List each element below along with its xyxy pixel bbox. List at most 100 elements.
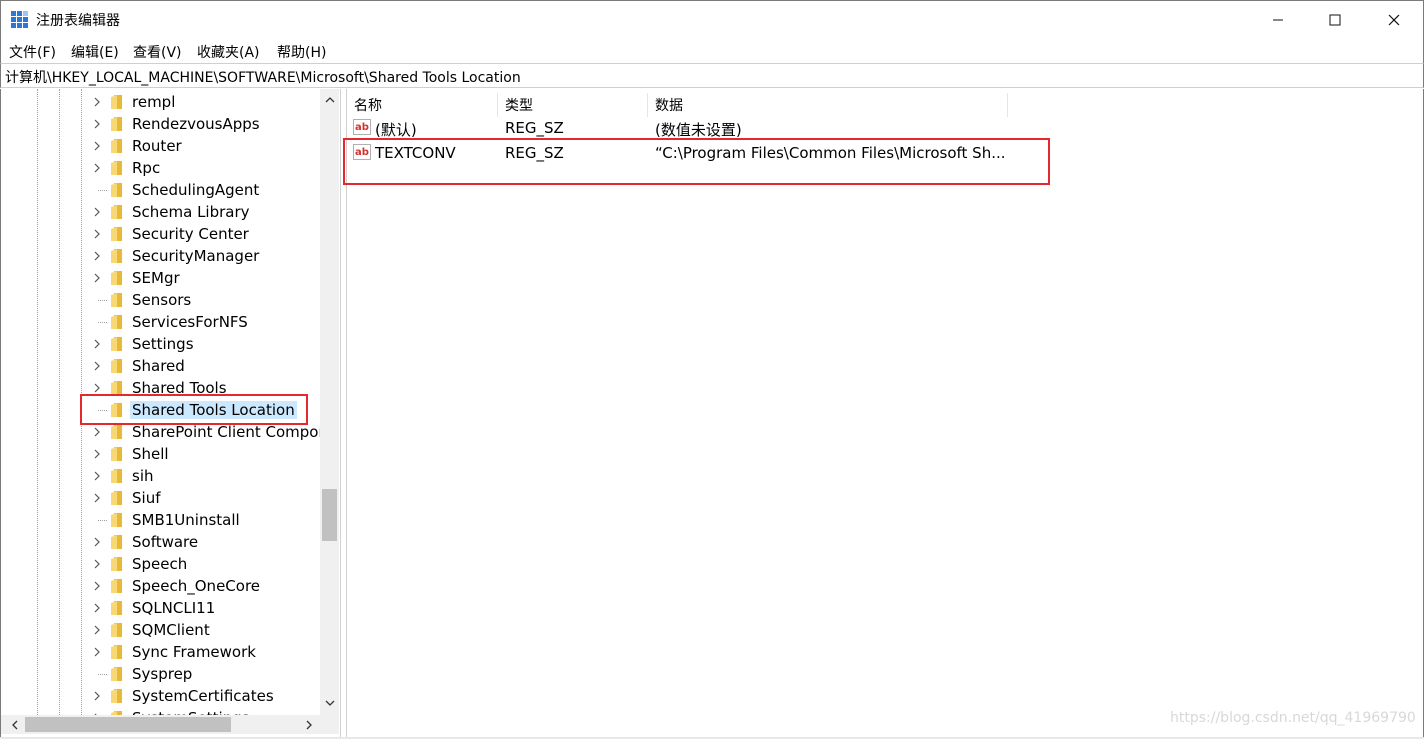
tree-item[interactable]: Software [1, 531, 319, 553]
minimize-button[interactable] [1249, 1, 1307, 39]
folder-icon [111, 491, 122, 505]
tree-item[interactable]: Schema Library [1, 201, 319, 223]
value-type: REG_SZ [505, 119, 564, 137]
chevron-right-icon[interactable] [92, 580, 102, 592]
tree-vertical-scrollbar[interactable] [320, 89, 339, 717]
tree-item-label: SharePoint Client Compor [132, 423, 325, 441]
tree-item[interactable]: SMB1Uninstall [1, 509, 319, 531]
maximize-button[interactable] [1306, 1, 1364, 39]
tree-item[interactable]: Router [1, 135, 319, 157]
tree-item[interactable]: rempl [1, 91, 319, 113]
folder-icon [111, 447, 122, 461]
tree-item[interactable]: Sensors [1, 289, 319, 311]
chevron-right-icon[interactable] [92, 624, 102, 636]
tree-connector-line [98, 674, 107, 675]
folder-icon [111, 601, 122, 615]
column-header-name[interactable]: 名称 [347, 93, 498, 117]
folder-icon [111, 337, 122, 351]
tree-item[interactable]: SecurityManager [1, 245, 319, 267]
column-header-type[interactable]: 类型 [498, 93, 648, 117]
tree-item[interactable]: Rpc [1, 157, 319, 179]
menu-help[interactable]: 帮助(H) [277, 42, 326, 62]
chevron-right-icon[interactable] [92, 118, 102, 130]
chevron-right-icon[interactable] [92, 690, 102, 702]
tree-item-label: SecurityManager [132, 247, 260, 265]
values-list: 名称 类型 数据 ab (默认) REG_SZ (数值未设置) ab TEXTC… [346, 89, 1424, 739]
tree-item-label: Settings [132, 335, 194, 353]
folder-icon [111, 579, 122, 593]
chevron-right-icon[interactable] [92, 426, 102, 438]
chevron-right-icon[interactable] [92, 360, 102, 372]
menu-bar: 文件(F) 编辑(E) 查看(V) 收藏夹(A) 帮助(H) [0, 38, 1424, 63]
chevron-up-icon [325, 96, 334, 102]
tree-horizontal-scrollbar[interactable] [1, 715, 320, 734]
chevron-right-icon[interactable] [92, 272, 102, 284]
chevron-right-icon[interactable] [92, 338, 102, 350]
tree-item[interactable]: Security Center [1, 223, 319, 245]
tree-item[interactable]: SQLNCLI11 [1, 597, 319, 619]
folder-icon [111, 205, 122, 219]
highlight-textconv-value [343, 138, 1050, 185]
menu-file[interactable]: 文件(F) [9, 42, 56, 62]
chevron-left-icon [11, 720, 17, 729]
chevron-right-icon[interactable] [92, 558, 102, 570]
folder-icon [111, 623, 122, 637]
svg-text:ab: ab [355, 122, 369, 133]
chevron-right-icon[interactable] [92, 448, 102, 460]
vertical-scroll-thumb[interactable] [322, 489, 337, 541]
tree-connector-line [98, 520, 107, 521]
tree-item-label: sih [132, 467, 154, 485]
tree-item[interactable]: RendezvousApps [1, 113, 319, 135]
chevron-right-icon[interactable] [92, 96, 102, 108]
scroll-right-button[interactable] [299, 715, 319, 734]
chevron-right-icon[interactable] [92, 140, 102, 152]
tree-item[interactable]: SystemCertificates [1, 685, 319, 707]
scroll-up-button[interactable] [320, 89, 339, 109]
tree-item[interactable]: Shared [1, 355, 319, 377]
chevron-right-icon[interactable] [92, 250, 102, 262]
folder-icon [111, 557, 122, 571]
chevron-right-icon[interactable] [92, 646, 102, 658]
address-bar[interactable]: 计算机\HKEY_LOCAL_MACHINE\SOFTWARE\Microsof… [0, 63, 1424, 88]
tree-item-label: Schema Library [132, 203, 250, 221]
horizontal-scroll-thumb[interactable] [25, 717, 231, 732]
tree-item-label: SQLNCLI11 [132, 599, 216, 617]
tree-item[interactable]: Siuf [1, 487, 319, 509]
chevron-right-icon[interactable] [92, 228, 102, 240]
tree-item-label: Sysprep [132, 665, 193, 683]
tree-item[interactable]: Settings [1, 333, 319, 355]
tree-item[interactable]: ServicesForNFS [1, 311, 319, 333]
chevron-right-icon[interactable] [92, 536, 102, 548]
chevron-right-icon[interactable] [92, 382, 102, 394]
chevron-right-icon[interactable] [92, 162, 102, 174]
folder-icon [111, 293, 122, 307]
tree-item[interactable]: Sysprep [1, 663, 319, 685]
folder-icon [111, 249, 122, 263]
tree-item[interactable]: SQMClient [1, 619, 319, 641]
tree-item[interactable]: sih [1, 465, 319, 487]
tree-item[interactable]: Shell [1, 443, 319, 465]
menu-favorites[interactable]: 收藏夹(A) [197, 42, 260, 62]
scroll-left-button[interactable] [4, 715, 24, 734]
tree-item[interactable]: Speech [1, 553, 319, 575]
folder-icon [111, 117, 122, 131]
tree-item[interactable]: Speech_OneCore [1, 575, 319, 597]
column-header-data[interactable]: 数据 [648, 93, 1008, 117]
tree-item[interactable]: SEMgr [1, 267, 319, 289]
close-button[interactable] [1365, 1, 1423, 39]
close-icon [1388, 14, 1400, 26]
chevron-right-icon[interactable] [92, 602, 102, 614]
tree-item-label: Software [132, 533, 199, 551]
folder-icon [111, 271, 122, 285]
watermark: https://blog.csdn.net/qq_41969790 [1170, 710, 1416, 726]
chevron-right-icon[interactable] [92, 206, 102, 218]
chevron-right-icon[interactable] [92, 470, 102, 482]
menu-view[interactable]: 查看(V) [133, 42, 182, 62]
menu-edit[interactable]: 编辑(E) [71, 42, 119, 62]
tree-item-label: Siuf [132, 489, 161, 507]
tree-item[interactable]: Sync Framework [1, 641, 319, 663]
tree-item[interactable]: SchedulingAgent [1, 179, 319, 201]
scroll-down-button[interactable] [320, 693, 339, 713]
chevron-right-icon[interactable] [92, 492, 102, 504]
tree-item-label: Speech [132, 555, 188, 573]
